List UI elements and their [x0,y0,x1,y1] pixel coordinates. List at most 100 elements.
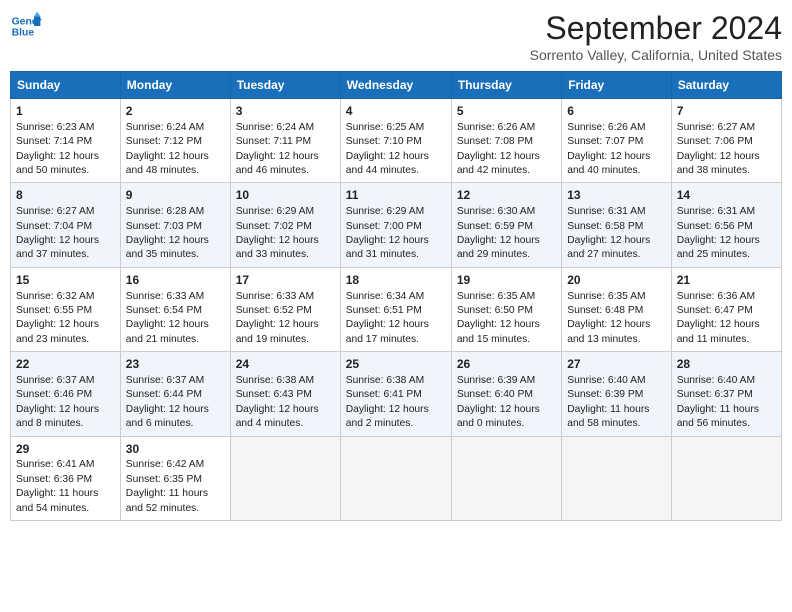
calendar-cell: 3Sunrise: 6:24 AMSunset: 7:11 PMDaylight… [230,99,340,183]
daylight-text: Daylight: 12 hours and 46 minutes. [236,151,319,176]
day-number: 1 [16,103,115,120]
sunrise-text: Sunrise: 6:24 AM [236,122,314,133]
calendar-cell: 13Sunrise: 6:31 AMSunset: 6:58 PMDayligh… [562,183,671,267]
sunrise-text: Sunrise: 6:29 AM [346,206,424,217]
day-header-sunday: Sunday [11,72,121,99]
sunset-text: Sunset: 6:41 PM [346,389,422,400]
sunset-text: Sunset: 7:11 PM [236,136,311,147]
day-header-saturday: Saturday [671,72,781,99]
sunrise-text: Sunrise: 6:32 AM [16,291,94,302]
day-number: 28 [677,356,776,373]
sunrise-text: Sunrise: 6:37 AM [16,375,94,386]
daylight-text: Daylight: 12 hours and 50 minutes. [16,151,99,176]
day-number: 23 [126,356,225,373]
daylight-text: Daylight: 12 hours and 27 minutes. [567,235,650,260]
daylight-text: Daylight: 12 hours and 17 minutes. [346,319,429,344]
daylight-text: Daylight: 11 hours and 58 minutes. [567,404,649,429]
sunrise-text: Sunrise: 6:30 AM [457,206,535,217]
daylight-text: Daylight: 12 hours and 4 minutes. [236,404,319,429]
day-number: 24 [236,356,335,373]
sunrise-text: Sunrise: 6:23 AM [16,122,94,133]
daylight-text: Daylight: 12 hours and 8 minutes. [16,404,99,429]
day-number: 4 [346,103,446,120]
sunrise-text: Sunrise: 6:37 AM [126,375,204,386]
sunrise-text: Sunrise: 6:40 AM [567,375,645,386]
sunset-text: Sunset: 6:35 PM [126,474,202,485]
sunset-text: Sunset: 6:51 PM [346,305,422,316]
sunset-text: Sunset: 6:40 PM [457,389,533,400]
calendar-table: SundayMondayTuesdayWednesdayThursdayFrid… [10,71,782,521]
calendar-cell: 12 Sunrise: 6:30 AM Sunset: 6:59 PM Dayligh… [451,183,561,267]
sunset-text: Sunset: 6:36 PM [16,474,92,485]
sunrise-text: Sunrise: 6:42 AM [126,459,204,470]
sunrise-text: Sunrise: 6:39 AM [457,375,535,386]
day-number: 19 [457,272,556,289]
daylight-text: Daylight: 12 hours and 37 minutes. [16,235,99,260]
day-number: 29 [16,441,115,458]
day-number: 10 [236,187,335,204]
daylight-text: Daylight: 12 hours and 19 minutes. [236,319,319,344]
calendar-cell: 29Sunrise: 6:41 AMSunset: 6:36 PMDayligh… [11,436,121,520]
daylight-text: Daylight: 12 hours and 29 minutes. [457,235,540,260]
day-number: 13 [567,187,665,204]
month-title: September 2024 [530,10,782,47]
calendar-cell: 16Sunrise: 6:33 AMSunset: 6:54 PMDayligh… [120,267,230,351]
sunset-text: Sunset: 7:04 PM [16,221,92,232]
daylight-text: Daylight: 12 hours and 23 minutes. [16,319,99,344]
sunrise-text: Sunrise: 6:34 AM [346,291,424,302]
header: General Blue September 2024 Sorrento Val… [10,10,782,63]
sunrise-text: Sunrise: 6:25 AM [346,122,424,133]
sunset-text: Sunset: 6:43 PM [236,389,312,400]
calendar-cell: 15Sunrise: 6:32 AMSunset: 6:55 PMDayligh… [11,267,121,351]
calendar-cell: 14Sunrise: 6:31 AMSunset: 6:56 PMDayligh… [671,183,781,267]
calendar-cell: 23Sunrise: 6:37 AMSunset: 6:44 PMDayligh… [120,352,230,436]
calendar-cell: 30Sunrise: 6:42 AMSunset: 6:35 PMDayligh… [120,436,230,520]
sunrise-text: Sunrise: 6:26 AM [457,122,535,133]
day-number: 14 [677,187,776,204]
day-number: 16 [126,272,225,289]
calendar-cell: 8Sunrise: 6:27 AMSunset: 7:04 PMDaylight… [11,183,121,267]
calendar-cell: 17Sunrise: 6:33 AMSunset: 6:52 PMDayligh… [230,267,340,351]
day-header-friday: Friday [562,72,671,99]
day-number: 6 [567,103,665,120]
day-number: 21 [677,272,776,289]
calendar-cell: 9Sunrise: 6:28 AMSunset: 7:03 PMDaylight… [120,183,230,267]
title-area: September 2024 Sorrento Valley, Californ… [530,10,782,63]
sunrise-text: Sunrise: 6:31 AM [567,206,645,217]
sunrise-text: Sunrise: 6:31 AM [677,206,755,217]
sunrise-text: Sunrise: 6:27 AM [16,206,94,217]
sunrise-text: Sunrise: 6:33 AM [236,291,314,302]
calendar-cell: 24Sunrise: 6:38 AMSunset: 6:43 PMDayligh… [230,352,340,436]
calendar-cell [340,436,451,520]
sunset-text: Sunset: 7:08 PM [457,136,533,147]
day-number: 11 [346,187,446,204]
sunset-text: Sunset: 6:44 PM [126,389,202,400]
calendar-cell: 18Sunrise: 6:34 AMSunset: 6:51 PMDayligh… [340,267,451,351]
sunset-text: Sunset: 6:50 PM [457,305,533,316]
sunset-text: Sunset: 6:48 PM [567,305,643,316]
sunset-text: Sunset: 6:46 PM [16,389,92,400]
day-number: 20 [567,272,665,289]
daylight-text: Daylight: 12 hours and 31 minutes. [346,235,429,260]
logo-icon: General Blue [10,10,42,42]
calendar-cell: 27Sunrise: 6:40 AMSunset: 6:39 PMDayligh… [562,352,671,436]
week-row-2: 8Sunrise: 6:27 AMSunset: 7:04 PMDaylight… [11,183,782,267]
daylight-text: Daylight: 12 hours and 0 minutes. [457,404,540,429]
svg-text:Blue: Blue [12,28,35,39]
week-row-1: 1Sunrise: 6:23 AMSunset: 7:14 PMDaylight… [11,99,782,183]
daylight-text: Daylight: 11 hours and 54 minutes. [16,488,98,513]
daylight-text: Daylight: 12 hours and 33 minutes. [236,235,319,260]
daylight-text: Daylight: 12 hours and 42 minutes. [457,151,540,176]
day-number: 25 [346,356,446,373]
day-number: 12 [457,187,556,204]
calendar-cell: 5Sunrise: 6:26 AMSunset: 7:08 PMDaylight… [451,99,561,183]
sunset-text: Sunset: 6:59 PM [457,221,533,232]
day-number: 26 [457,356,556,373]
daylight-text: Daylight: 12 hours and 35 minutes. [126,235,209,260]
day-number: 30 [126,441,225,458]
sunset-text: Sunset: 7:06 PM [677,136,753,147]
sunset-text: Sunset: 7:03 PM [126,221,202,232]
sunset-text: Sunset: 7:00 PM [346,221,422,232]
calendar-cell: 2Sunrise: 6:24 AMSunset: 7:12 PMDaylight… [120,99,230,183]
calendar-cell: 26 Sunrise: 6:39 AM Sunset: 6:40 PM Dayligh… [451,352,561,436]
